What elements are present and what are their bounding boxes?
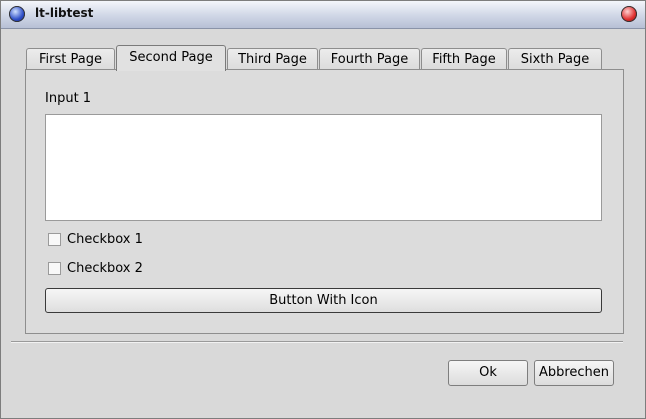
checkbox-1[interactable]: Checkbox 1 <box>48 232 143 247</box>
window-title: lt-libtest <box>35 6 94 20</box>
cancel-button[interactable]: Abbrechen <box>534 360 614 386</box>
tab-fifth-page[interactable]: Fifth Page <box>421 48 507 71</box>
separator <box>11 341 623 343</box>
window-menu-icon[interactable] <box>9 6 25 22</box>
tab-third-page[interactable]: Third Page <box>227 48 318 71</box>
input-1-label: Input 1 <box>45 91 92 106</box>
tab-first-page[interactable]: First Page <box>26 48 115 71</box>
tab-sixth-page[interactable]: Sixth Page <box>508 48 602 71</box>
input-1-field[interactable] <box>45 114 602 221</box>
ok-button[interactable]: Ok <box>448 360 528 386</box>
checkbox-1-label: Checkbox 1 <box>67 232 143 247</box>
close-icon[interactable] <box>621 6 637 22</box>
checkbox-2[interactable]: Checkbox 2 <box>48 261 143 276</box>
checkbox-2-label: Checkbox 2 <box>67 261 143 276</box>
tab-bar: First Page Second Page Third Page Fourth… <box>26 45 603 71</box>
dialog-window: lt-libtest First Page Second Page Third … <box>0 0 646 419</box>
checkbox-1-box[interactable] <box>48 233 61 246</box>
tab-panel: Input 1 Checkbox 1 Checkbox 2 Button Wit… <box>25 69 624 334</box>
tab-fourth-page[interactable]: Fourth Page <box>319 48 420 71</box>
tab-second-page[interactable]: Second Page <box>116 45 226 71</box>
button-with-icon[interactable]: Button With Icon <box>45 288 602 313</box>
title-bar[interactable]: lt-libtest <box>1 1 645 29</box>
checkbox-2-box[interactable] <box>48 262 61 275</box>
